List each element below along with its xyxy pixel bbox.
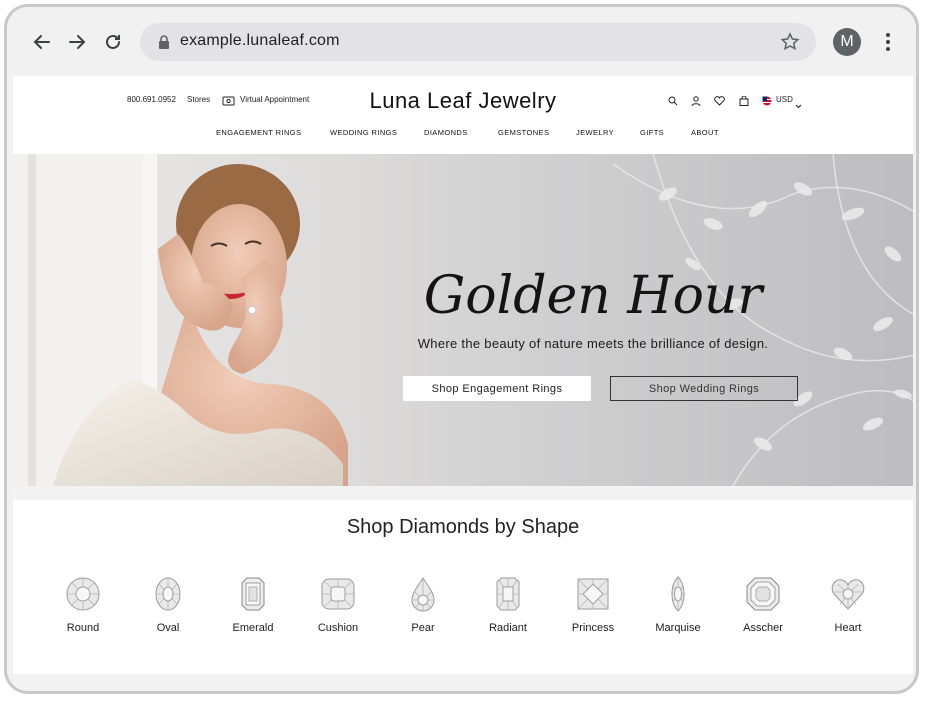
emerald-diamond-icon	[241, 577, 265, 611]
shape-label: Oval	[156, 622, 180, 634]
shape-label: Princess	[571, 622, 615, 634]
heart-diamond-icon	[831, 579, 865, 610]
nav-jewelry[interactable]: JEWELRY	[576, 128, 614, 137]
chevron-down-icon	[795, 96, 802, 114]
asscher-diamond-icon	[746, 577, 780, 611]
bookmark-star-icon[interactable]	[780, 32, 800, 57]
section-divider	[13, 486, 913, 500]
nav-gifts[interactable]: GIFTS	[640, 128, 664, 137]
currency-selector[interactable]: USD	[776, 95, 793, 104]
search-icon[interactable]	[668, 93, 678, 111]
cushion-diamond-icon	[321, 578, 355, 610]
shape-label: Pear	[411, 622, 435, 634]
nav-gemstones[interactable]: GEMSTONES	[498, 128, 549, 137]
browser-window: example.lunaleaf.com M 800.691.0952 Stor…	[4, 4, 919, 694]
shapes-section-title: Shop Diamonds by Shape	[346, 516, 580, 538]
shape-radiant[interactable]: Radiant	[468, 576, 548, 634]
round-diamond-icon	[66, 577, 100, 611]
shape-label: Round	[66, 622, 100, 634]
url-text: example.lunaleaf.com	[180, 32, 340, 49]
wishlist-heart-icon[interactable]	[714, 93, 725, 111]
main-navigation: ENGAGEMENT RINGS WEDDING RINGS DIAMONDS …	[13, 128, 913, 142]
lock-icon	[158, 35, 170, 54]
footer-divider	[13, 674, 913, 690]
hero-title: Golden Hour	[423, 266, 763, 326]
forward-arrow-icon[interactable]	[64, 29, 90, 55]
shape-oval[interactable]: Oval	[128, 576, 208, 634]
shape-heart[interactable]: Heart	[808, 576, 888, 634]
web-page: 800.691.0952 Stores Virtual Appointment …	[13, 76, 913, 690]
oval-diamond-icon	[155, 577, 181, 611]
us-flag-icon	[762, 93, 772, 111]
shape-label: Marquise	[655, 622, 701, 634]
marquise-diamond-icon	[671, 576, 685, 612]
back-arrow-icon[interactable]	[29, 29, 55, 55]
reload-icon[interactable]	[100, 29, 126, 55]
princess-diamond-icon	[577, 578, 609, 610]
shape-label: Emerald	[232, 622, 274, 634]
hero-banner: Golden Hour Where the beauty of nature m…	[13, 154, 913, 486]
shape-marquise[interactable]: Marquise	[638, 576, 718, 634]
shape-label: Cushion	[317, 622, 359, 634]
shape-princess[interactable]: Princess	[553, 576, 633, 634]
nav-about[interactable]: ABOUT	[691, 128, 719, 137]
pear-diamond-icon	[411, 577, 435, 612]
shop-engagement-rings-button[interactable]: Shop Engagement Rings	[403, 376, 591, 401]
browser-toolbar: example.lunaleaf.com M	[7, 7, 916, 79]
shape-pear[interactable]: Pear	[383, 576, 463, 634]
nav-diamonds[interactable]: DIAMONDS	[424, 128, 468, 137]
shape-label: Heart	[834, 622, 862, 634]
hero-subtitle: Where the beauty of nature meets the bri…	[417, 336, 769, 351]
nav-engagement-rings[interactable]: ENGAGEMENT RINGS	[216, 128, 301, 137]
nav-wedding-rings[interactable]: WEDDING RINGS	[330, 128, 397, 137]
shape-label: Radiant	[489, 622, 527, 634]
shape-asscher[interactable]: Asscher	[723, 576, 803, 634]
profile-avatar[interactable]: M	[833, 28, 861, 56]
shape-label: Asscher	[743, 622, 783, 634]
shop-wedding-rings-button[interactable]: Shop Wedding Rings	[610, 376, 798, 401]
radiant-diamond-icon	[496, 577, 520, 611]
shape-emerald[interactable]: Emerald	[213, 576, 293, 634]
address-bar[interactable]: example.lunaleaf.com	[140, 23, 816, 61]
more-options-icon[interactable]	[885, 32, 891, 57]
shape-cushion[interactable]: Cushion	[298, 576, 378, 634]
account-icon[interactable]	[691, 93, 701, 111]
shape-round[interactable]: Round	[43, 576, 123, 634]
shopping-bag-icon[interactable]	[739, 93, 749, 111]
